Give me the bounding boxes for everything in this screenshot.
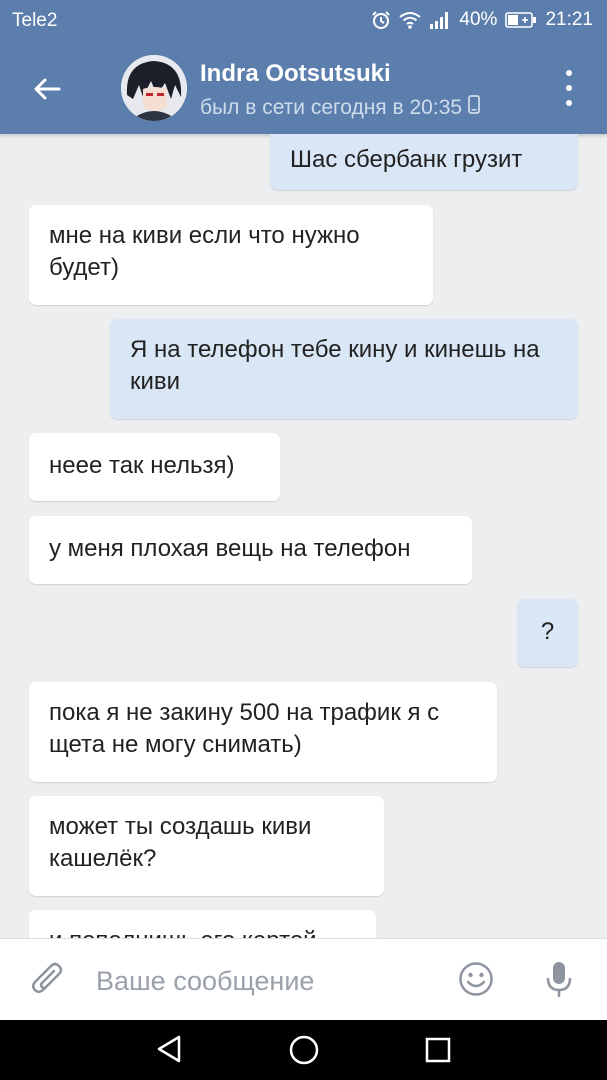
message-incoming[interactable]: пока я не закину 500 на трафик я с щета … <box>29 682 497 782</box>
message-input[interactable]: Ваше сообщение <box>96 966 314 997</box>
last-seen-text: был в сети сегодня в 20:35 <box>200 95 463 119</box>
message-incoming[interactable]: мне на киви если что нужно будет) <box>29 205 433 305</box>
back-arrow-icon[interactable] <box>30 72 64 106</box>
system-navigation-bar <box>0 1020 607 1080</box>
signal-icon <box>429 11 451 29</box>
message-incoming[interactable]: может ты создашь киви кашелёк? <box>29 796 384 896</box>
battery-level: 40% <box>459 9 498 30</box>
avatar[interactable] <box>121 55 187 121</box>
message-list: Шас сбербанк грузит мне на киви если что… <box>0 134 607 938</box>
nav-home-icon[interactable] <box>288 1034 320 1071</box>
phone-icon <box>468 95 480 120</box>
nav-recents-icon[interactable] <box>424 1036 452 1069</box>
chat-header: Indra Ootsutsuki был в сети сегодня в 20… <box>0 42 607 134</box>
nav-back-icon[interactable] <box>155 1034 183 1069</box>
carrier-name: Tele2 <box>12 10 58 31</box>
smile-icon[interactable] <box>458 961 494 1002</box>
message-outgoing[interactable]: ? <box>517 599 578 667</box>
microphone-icon[interactable] <box>545 960 573 1005</box>
message-outgoing[interactable]: Я на телефон тебе кину и кинешь на киви <box>110 319 578 419</box>
last-seen-status: был в сети сегодня в 20:35 <box>200 95 480 120</box>
message-incoming[interactable]: у меня плохая вещь на телефон <box>29 516 472 584</box>
alarm-icon <box>371 10 391 30</box>
more-vertical-icon[interactable] <box>559 70 579 106</box>
status-icons: 40% 21:21 <box>371 9 593 31</box>
paperclip-icon[interactable] <box>30 961 66 1004</box>
message-incoming[interactable]: неее так нельзя) <box>29 433 280 501</box>
message-outgoing[interactable]: Шас сбербанк грузит <box>270 134 578 190</box>
battery-icon <box>505 12 537 28</box>
message-incoming[interactable]: и пополнишь его картой <box>29 910 376 938</box>
wifi-icon <box>399 11 422 29</box>
clock: 21:21 <box>545 9 593 30</box>
status-bar: Tele2 40% 21:21 <box>0 0 607 42</box>
message-composer: Ваше сообщение <box>0 938 607 1021</box>
contact-name[interactable]: Indra Ootsutsuki <box>200 60 391 88</box>
